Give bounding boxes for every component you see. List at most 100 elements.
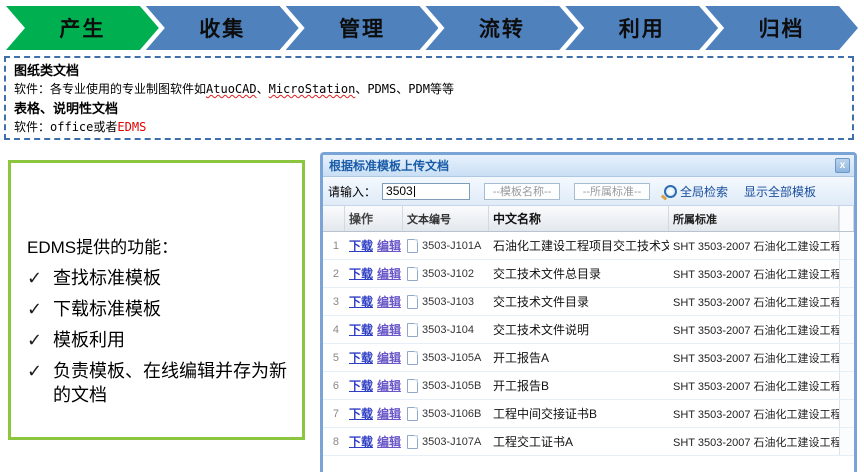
search-input[interactable]: 3503 xyxy=(382,183,470,200)
row-spacer xyxy=(839,344,854,371)
template-name-field[interactable]: --模板名称-- xyxy=(484,183,560,200)
doc-code-cell: 3503-J106B xyxy=(403,400,489,427)
feature-item: ✓下载标准模板 xyxy=(27,297,292,321)
global-search-button[interactable]: 全局检索 xyxy=(664,183,728,200)
software-edms: EDMS xyxy=(117,120,146,134)
table-row[interactable]: 7下载编辑3503-J106B工程中间交接证书BSHT 3503-2007 石油… xyxy=(323,400,854,428)
close-icon[interactable]: x xyxy=(835,158,850,173)
doc-code: 3503-J107A xyxy=(422,436,481,448)
feature-item: ✓模板利用 xyxy=(27,328,292,352)
row-actions: 下载编辑 xyxy=(345,232,403,259)
global-search-label: 全局检索 xyxy=(680,183,728,200)
edit-link[interactable]: 编辑 xyxy=(377,265,401,282)
note-drawing-software: 软件：各专业使用的专业制图软件如AtuoCAD、MicroStation、PDM… xyxy=(14,80,844,99)
download-link[interactable]: 下载 xyxy=(349,377,373,394)
header-cell-code[interactable]: 文本编号 xyxy=(403,206,489,231)
row-number: 1 xyxy=(323,232,345,259)
document-icon xyxy=(407,295,418,309)
download-link[interactable]: 下载 xyxy=(349,405,373,422)
doc-standard-cell: SHT 3503-2007 石油化工建设工程项目交工… xyxy=(669,344,839,371)
doc-standard-cell: SHT 3503-2007 石油化工建设工程项目交工… xyxy=(669,400,839,427)
header-cell-ops[interactable]: 操作 xyxy=(345,206,403,231)
row-number: 4 xyxy=(323,316,345,343)
download-link[interactable]: 下载 xyxy=(349,237,373,254)
document-icon xyxy=(407,435,418,449)
download-link[interactable]: 下载 xyxy=(349,349,373,366)
download-link[interactable]: 下载 xyxy=(349,265,373,282)
header-cell-name[interactable]: 中文名称 xyxy=(489,206,669,231)
table-row[interactable]: 1下载编辑3503-J101A石油化工建设工程项目交工技术文件封面ASHT 35… xyxy=(323,232,854,260)
flow-stage: 管理 xyxy=(286,6,439,50)
doc-code-cell: 3503-J103 xyxy=(403,288,489,315)
table-row[interactable]: 4下载编辑3503-J104交工技术文件说明SHT 3503-2007 石油化工… xyxy=(323,316,854,344)
software-office: office xyxy=(50,120,93,134)
row-number: 3 xyxy=(323,288,345,315)
doc-code: 3503-J103 xyxy=(422,296,474,308)
download-link[interactable]: 下载 xyxy=(349,433,373,450)
grid-header: 操作 文本编号 中文名称 所属标准 xyxy=(323,206,854,232)
search-input-label: 请输入： xyxy=(328,183,376,200)
check-icon: ✓ xyxy=(27,297,53,321)
header-cell-standard[interactable]: 所属标准 xyxy=(669,206,839,231)
show-all-templates-button[interactable]: 显示全部模板 xyxy=(744,183,816,200)
feature-item: ✓查找标准模板 xyxy=(27,266,292,290)
edit-link[interactable]: 编辑 xyxy=(377,433,401,450)
download-link[interactable]: 下载 xyxy=(349,321,373,338)
check-icon: ✓ xyxy=(27,328,53,352)
dialog-titlebar: 根据标准模板上传文档 x xyxy=(323,155,854,177)
edit-link[interactable]: 编辑 xyxy=(377,293,401,310)
doc-code: 3503-J106B xyxy=(422,408,481,420)
doc-standard-cell: SHT 3503-2007 石油化工建设工程项目交工… xyxy=(669,232,839,259)
upload-template-dialog: 根据标准模板上传文档 x 请输入： 3503 --模板名称-- --所属标准--… xyxy=(320,152,857,472)
edit-link[interactable]: 编辑 xyxy=(377,321,401,338)
row-actions: 下载编辑 xyxy=(345,372,403,399)
note-heading-drawings: 图纸类文档 xyxy=(14,61,844,80)
edms-features-box: EDMS提供的功能： ✓查找标准模板✓下载标准模板✓模板利用✓负责模板、在线编辑… xyxy=(8,160,305,440)
feature-item-label: 模板利用 xyxy=(53,328,125,352)
standard-field[interactable]: --所属标准-- xyxy=(574,183,650,200)
flow-stage: 产生 xyxy=(6,6,159,50)
software-microstation: MicroStation xyxy=(269,82,356,96)
row-spacer xyxy=(839,260,854,287)
row-spacer xyxy=(839,232,854,259)
table-row[interactable]: 6下载编辑3503-J105B开工报告BSHT 3503-2007 石油化工建设… xyxy=(323,372,854,400)
search-icon xyxy=(664,185,677,198)
doc-name-cell: 工程交工证书A xyxy=(489,428,669,455)
note-heading-tables: 表格、说明性文档 xyxy=(14,99,844,118)
row-actions: 下载编辑 xyxy=(345,428,403,455)
doc-name-cell: 工程中间交接证书B xyxy=(489,400,669,427)
header-cell-empty xyxy=(323,206,345,231)
edit-link[interactable]: 编辑 xyxy=(377,349,401,366)
download-link[interactable]: 下载 xyxy=(349,293,373,310)
doc-name-cell: 交工技术文件说明 xyxy=(489,316,669,343)
table-row[interactable]: 5下载编辑3503-J105A开工报告ASHT 3503-2007 石油化工建设… xyxy=(323,344,854,372)
features-list: ✓查找标准模板✓下载标准模板✓模板利用✓负责模板、在线编辑并存为新的文档 xyxy=(27,266,292,407)
row-number: 2 xyxy=(323,260,345,287)
doc-standard-cell: SHT 3503-2007 石油化工建设工程项目交工… xyxy=(669,288,839,315)
table-row[interactable]: 2下载编辑3503-J102交工技术文件总目录SHT 3503-2007 石油化… xyxy=(323,260,854,288)
flow-stage: 利用 xyxy=(565,6,718,50)
note-table-software: 软件：office或者EDMS xyxy=(14,118,844,137)
edit-link[interactable]: 编辑 xyxy=(377,237,401,254)
edit-link[interactable]: 编辑 xyxy=(377,405,401,422)
software-pdm: PDM xyxy=(408,82,430,96)
row-number: 5 xyxy=(323,344,345,371)
features-title: EDMS提供的功能： xyxy=(27,233,292,258)
dialog-title: 根据标准模板上传文档 xyxy=(329,157,449,174)
row-spacer xyxy=(839,400,854,427)
doc-code: 3503-J102 xyxy=(422,268,474,280)
dialog-toolbar: 请输入： 3503 --模板名称-- --所属标准-- 全局检索 显示全部模板 xyxy=(323,177,854,206)
table-row[interactable]: 8下载编辑3503-J107A工程交工证书ASHT 3503-2007 石油化工… xyxy=(323,428,854,456)
check-icon: ✓ xyxy=(27,266,53,290)
doc-code-cell: 3503-J101A xyxy=(403,232,489,259)
table-row[interactable]: 3下载编辑3503-J103交工技术文件目录SHT 3503-2007 石油化工… xyxy=(323,288,854,316)
header-cell-spacer xyxy=(839,206,854,231)
edit-link[interactable]: 编辑 xyxy=(377,377,401,394)
doc-code: 3503-J101A xyxy=(422,240,481,252)
software-atuocad: AtuoCAD xyxy=(206,82,257,96)
row-number: 6 xyxy=(323,372,345,399)
doc-standard-cell: SHT 3503-2007 石油化工建设工程项目交工… xyxy=(669,316,839,343)
doc-standard-cell: SHT 3503-2007 石油化工建设工程项目交工… xyxy=(669,260,839,287)
row-spacer xyxy=(839,316,854,343)
doc-code-cell: 3503-J102 xyxy=(403,260,489,287)
